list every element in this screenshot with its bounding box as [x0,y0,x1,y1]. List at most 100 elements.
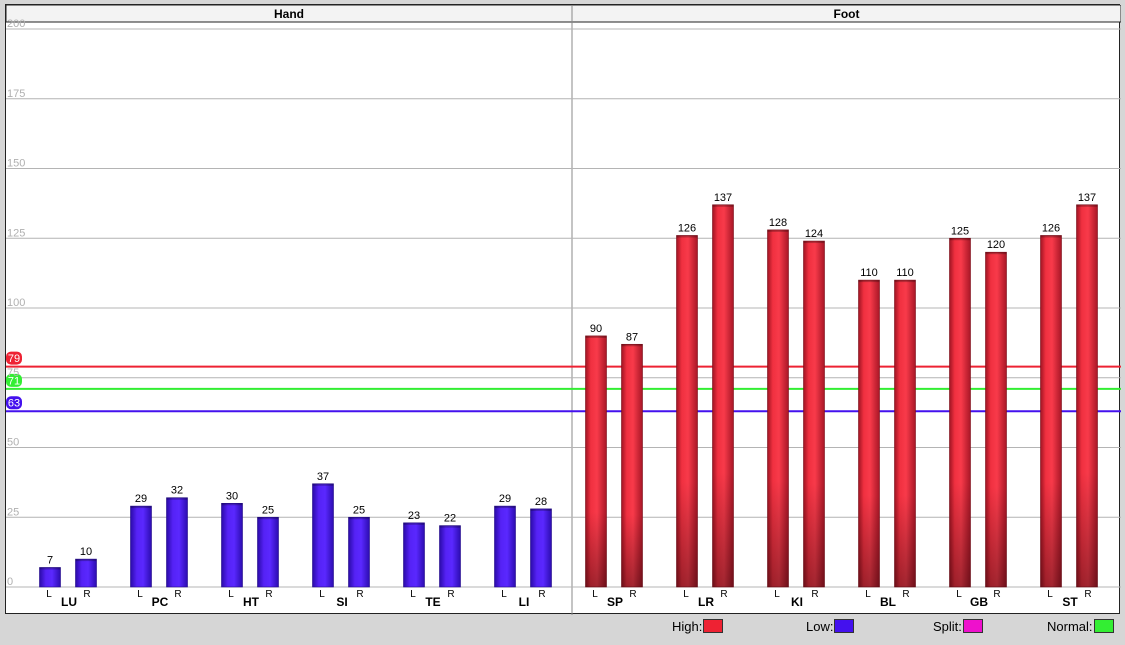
bar-shade-st-l [1040,235,1062,587]
panel-header-bar [6,5,1121,23]
side-tick-li-l: L [501,589,507,600]
bar-shade-bl-l [858,280,880,587]
data-label-lr-r: 137 [714,192,732,204]
bar-cap-ki-l [767,229,789,232]
bar-si-r [348,516,370,588]
y-tick-label: 200 [7,18,25,30]
bar-te-r [439,525,461,588]
group-label-gb: GB [970,595,988,609]
bar-cap-li-l [494,506,516,509]
group-label-st: ST [1062,595,1078,609]
bar-cap-gb-l [949,238,971,241]
data-label-li-r: 28 [535,496,547,508]
data-label-te-l: 23 [408,510,420,522]
data-label-ht-l: 30 [226,490,238,502]
bar-cap-lu-l [39,567,61,570]
bar-cap-bl-l [858,280,880,283]
side-tick-te-l: L [410,589,416,600]
bar-pc-l [130,505,152,588]
side-tick-st-l: L [1047,589,1053,600]
side-tick-bl-l: L [865,589,871,600]
bar-cap-te-l [403,522,425,525]
y-tick-label: 25 [7,506,19,518]
y-tick-label: 150 [7,158,25,170]
bar-te-l [403,522,425,588]
bar-li-r [530,508,552,588]
bar-si-l [312,483,334,588]
bar-cap-sp-l [585,335,607,338]
bar-shade-gb-r [985,252,1007,587]
legend-swatch [962,619,983,633]
bar-cap-li-r [530,508,552,511]
bar-cap-si-l [312,483,334,486]
group-label-bl: BL [880,595,896,609]
side-tick-lu-l: L [46,589,52,600]
bar-cap-gb-r [985,252,1007,255]
side-tick-pc-r: R [174,589,181,600]
side-tick-sp-l: L [592,589,598,600]
bar-shade-ki-l [767,229,789,587]
data-label-sp-r: 87 [626,331,638,343]
y-tick-label: 0 [7,576,13,588]
data-label-ht-r: 25 [262,504,274,516]
legend-item-high: High: [672,617,724,635]
data-label-lr-l: 126 [678,222,696,234]
bar-cap-lr-r [712,204,734,207]
legend-label: Normal: [1047,618,1093,634]
data-label-st-l: 126 [1042,222,1060,234]
side-tick-si-r: R [356,589,363,600]
side-tick-te-r: R [447,589,454,600]
side-tick-ki-r: R [811,589,818,600]
bar-shade-st-r [1076,204,1098,587]
legend-label: Split: [933,618,962,634]
reference-label-low: 63 [8,398,20,410]
data-label-gb-l: 125 [951,225,969,237]
bar-cap-te-r [439,525,461,528]
data-label-te-r: 22 [444,513,456,525]
bar-lu-r [75,558,97,588]
bar-shade-sp-l [585,335,607,587]
data-label-bl-r: 110 [896,267,914,279]
bar-cap-lr-l [676,235,698,238]
bar-ht-l [221,502,243,588]
data-label-li-l: 29 [499,493,511,505]
panel-title-foot: Foot [834,7,860,21]
y-tick-label: 100 [7,297,25,309]
bar-cap-st-l [1040,235,1062,238]
bar-shade-lr-l [676,235,698,587]
bar-shade-bl-r [894,280,916,587]
side-tick-ki-l: L [774,589,780,600]
data-label-lu-l: 7 [47,554,53,566]
bar-shade-sp-r [621,344,643,587]
legend-item-split: Split: [933,617,983,635]
data-label-gb-r: 120 [987,239,1005,251]
group-label-lu: LU [61,595,77,609]
side-tick-lr-l: L [683,589,689,600]
group-label-pc: PC [152,595,169,609]
bar-cap-ht-l [221,503,243,506]
side-tick-ht-r: R [265,589,272,600]
bar-shade-ki-r [803,241,825,588]
data-label-pc-l: 29 [135,493,147,505]
data-label-ki-r: 124 [805,228,823,240]
group-label-si: SI [336,595,347,609]
bar-cap-st-r [1076,204,1098,207]
data-label-pc-r: 32 [171,485,183,497]
bar-cap-ht-r [257,517,279,520]
bar-cap-bl-r [894,280,916,283]
data-label-lu-r: 10 [80,546,92,558]
bar-lu-l [39,567,61,588]
legend-swatch [1093,619,1114,633]
data-label-bl-l: 110 [860,267,878,279]
side-tick-st-r: R [1084,589,1091,600]
reference-label-normal: 71 [8,375,20,387]
side-tick-lu-r: R [83,589,90,600]
reference-label-high: 79 [8,353,20,365]
data-label-si-l: 37 [317,471,329,483]
group-label-lr: LR [698,595,714,609]
group-label-ht: HT [243,595,260,609]
data-label-sp-l: 90 [590,323,602,335]
side-tick-ht-l: L [228,589,234,600]
bar-cap-lu-r [75,559,97,562]
y-tick-label: 125 [7,227,25,239]
